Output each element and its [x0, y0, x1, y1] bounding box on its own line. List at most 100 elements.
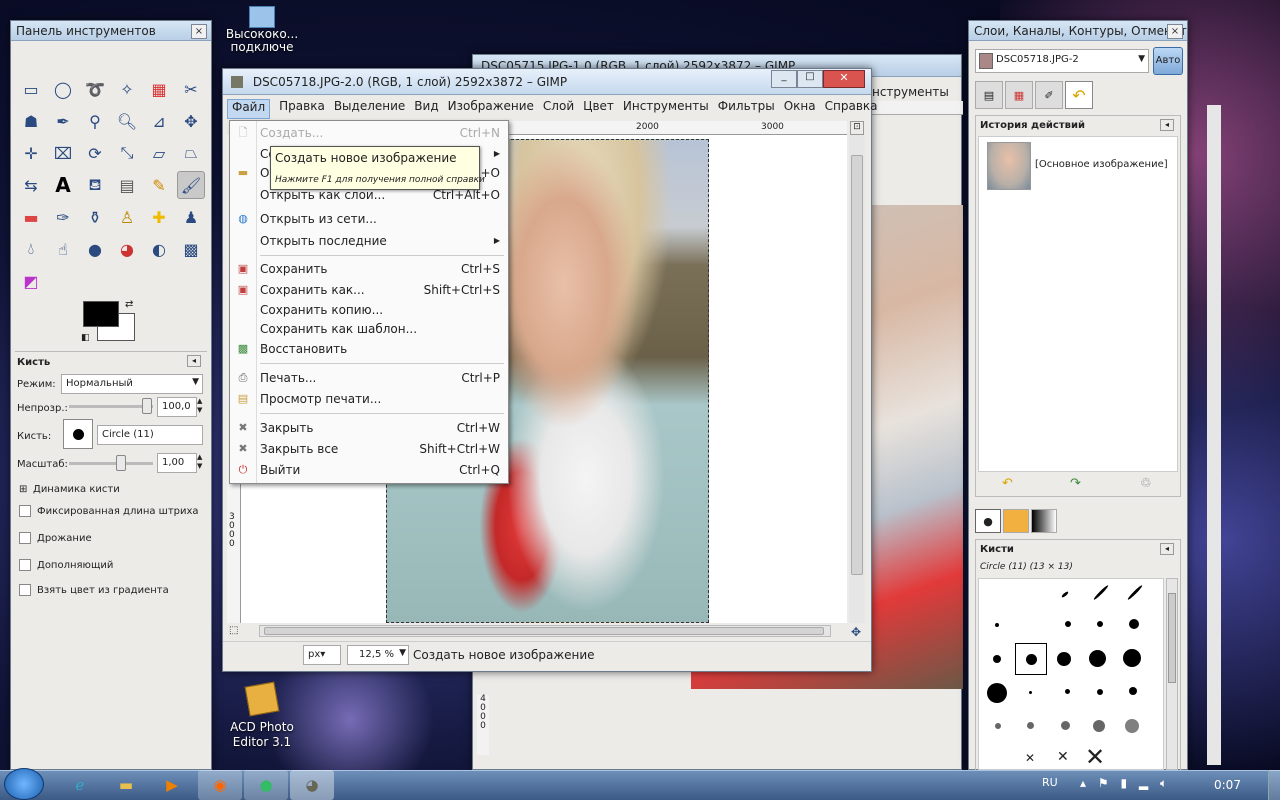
- layers-dock-window[interactable]: Слои, Каналы, Контуры, Отменит... × DSC0…: [968, 20, 1221, 771]
- auto-button[interactable]: Авто: [1153, 47, 1183, 75]
- show-desktop-button[interactable]: [1268, 770, 1280, 800]
- flip-icon[interactable]: ⇆: [17, 171, 45, 199]
- brush-cell[interactable]: ✕: [1085, 743, 1105, 769]
- brush-cell[interactable]: [1093, 720, 1105, 732]
- undo-tab-icon[interactable]: ↶: [1065, 81, 1093, 109]
- ink-icon[interactable]: ⚱: [81, 203, 109, 231]
- brush-cell[interactable]: [1097, 689, 1103, 695]
- menu-layer[interactable]: Слой: [543, 99, 574, 119]
- signal-icon[interactable]: ▂: [1139, 776, 1152, 790]
- blend-icon[interactable]: ▤: [113, 171, 141, 199]
- brush-cell-selected[interactable]: [1015, 643, 1047, 675]
- layers-tab-icon[interactable]: ▤: [975, 81, 1003, 109]
- scroll-thumb[interactable]: [1168, 593, 1176, 683]
- menu-item-revert[interactable]: ▩ Восстановить: [230, 339, 508, 359]
- default-colors-icon[interactable]: ◧: [81, 333, 90, 343]
- flag-icon[interactable]: ⚑: [1098, 776, 1113, 790]
- menu-windows[interactable]: Окна: [784, 99, 816, 119]
- menu-item-open-recent[interactable]: Открыть последние ▶: [230, 231, 508, 251]
- smudge-icon[interactable]: ☝: [49, 235, 77, 263]
- opacity-knob[interactable]: [142, 398, 152, 414]
- brush-cell[interactable]: [1029, 691, 1032, 694]
- brush-cell[interactable]: [1097, 621, 1103, 627]
- opacity-field[interactable]: 100,0: [157, 397, 197, 417]
- taskbar-firefox-icon[interactable]: ◉: [198, 770, 242, 800]
- menu-item-save[interactable]: ▣ Сохранить Ctrl+S: [230, 259, 508, 279]
- pencil-icon[interactable]: ✎: [145, 171, 173, 199]
- tray-expand-icon[interactable]: ▴: [1080, 776, 1090, 790]
- taskbar-explorer-icon[interactable]: ▬: [104, 770, 148, 800]
- bucket-fill-icon[interactable]: ⛾: [81, 171, 109, 199]
- paintbrush-icon[interactable]: 🖌︎: [177, 171, 205, 199]
- zoom-select[interactable]: 12,5 % ▼: [347, 645, 409, 665]
- scale-icon[interactable]: ⤡: [113, 139, 141, 167]
- color-swatches[interactable]: ⇄ ◧: [81, 299, 141, 345]
- move-icon[interactable]: ✥: [177, 107, 205, 135]
- volume-icon[interactable]: 🔈︎: [1160, 776, 1171, 790]
- taskbar-media-icon[interactable]: ▶: [150, 770, 194, 800]
- unit-select[interactable]: px▾: [303, 645, 341, 665]
- menu-item-quit[interactable]: ⏻ Выйти Ctrl+Q: [230, 460, 508, 480]
- checkbox-gradient[interactable]: [19, 584, 31, 596]
- brush-cell[interactable]: [1057, 652, 1071, 666]
- vertical-scrollbar[interactable]: [849, 135, 865, 623]
- mode-select[interactable]: Нормальный ▼: [61, 374, 203, 394]
- opacity-slider[interactable]: [69, 405, 153, 408]
- fuzzy-select-icon[interactable]: ✧: [113, 75, 141, 103]
- menu-select[interactable]: Выделение: [334, 99, 405, 119]
- measure-icon[interactable]: ⊿: [145, 107, 173, 135]
- menu-color[interactable]: Цвет: [583, 99, 614, 119]
- perspective-clone-icon[interactable]: ♟: [177, 203, 205, 231]
- menu-item-new[interactable]: 🗋 Создать... Ctrl+N: [230, 123, 508, 143]
- menu-item-save-template[interactable]: Сохранить как шаблон...: [230, 319, 508, 339]
- brush-cell[interactable]: ✕: [1057, 749, 1069, 765]
- collapse-icon[interactable]: ◂: [1160, 543, 1174, 555]
- paths-icon[interactable]: ✒: [49, 107, 77, 135]
- brush-grid[interactable]: ✕ ✕ ✕: [978, 578, 1164, 770]
- image-select[interactable]: DSC05718.JPG-2 ▼: [975, 49, 1149, 73]
- menu-item-print-preview[interactable]: ▤ Просмотр печати...: [230, 389, 508, 409]
- paths-tab-icon[interactable]: ✐: [1035, 81, 1063, 109]
- checkbox-incremental[interactable]: [19, 559, 31, 571]
- navigation-icon[interactable]: ✥: [851, 625, 861, 639]
- menu-help[interactable]: Справка: [825, 99, 878, 119]
- expand-icon[interactable]: ⊞: [19, 484, 27, 495]
- crop-icon[interactable]: ⌧: [49, 139, 77, 167]
- brush-cell[interactable]: ✕: [1025, 751, 1035, 765]
- close-icon[interactable]: ✕: [823, 70, 865, 88]
- dynamics-label[interactable]: Динамика кисти: [33, 484, 120, 495]
- network-tray-icon[interactable]: ▮: [1120, 776, 1131, 790]
- heal-icon[interactable]: ✚: [145, 203, 173, 231]
- cage-icon[interactable]: ◕: [113, 235, 141, 263]
- color-select-icon[interactable]: ▦: [145, 75, 173, 103]
- channels-tab-icon[interactable]: ▦: [1005, 81, 1033, 109]
- menu-edit[interactable]: Правка: [279, 99, 325, 119]
- scroll-thumb[interactable]: [264, 627, 824, 635]
- menu-item-save-as[interactable]: ▣ Сохранить как... Shift+Ctrl+S: [230, 280, 508, 300]
- clone-icon[interactable]: ♙: [113, 203, 141, 231]
- scroll-thumb[interactable]: [851, 155, 863, 575]
- brush-name-field[interactable]: Circle (11): [97, 425, 203, 445]
- filter-icon[interactable]: ▩: [177, 235, 205, 263]
- scale-knob[interactable]: [116, 455, 126, 471]
- brush-preview-button[interactable]: [63, 419, 93, 449]
- color-picker-icon[interactable]: ⚲: [81, 107, 109, 135]
- language-indicator[interactable]: RU: [1042, 776, 1058, 789]
- foreground-select-icon[interactable]: ☗: [17, 107, 45, 135]
- redo-icon[interactable]: ↷: [1070, 476, 1081, 491]
- gegl-icon[interactable]: ◩: [17, 267, 45, 295]
- rotate-icon[interactable]: ⟳: [81, 139, 109, 167]
- gradients-tab-icon[interactable]: [1031, 509, 1057, 533]
- menu-item-save-copy[interactable]: Сохранить копию...: [230, 300, 508, 320]
- brush-cell[interactable]: [995, 723, 1001, 729]
- menu-file[interactable]: Файл: [227, 99, 271, 119]
- dodge-burn-icon[interactable]: ●: [81, 235, 109, 263]
- menu-item-close[interactable]: ✖ Закрыть Ctrl+W: [230, 418, 508, 438]
- collapse-icon[interactable]: ◂: [1160, 119, 1174, 131]
- lasso-icon[interactable]: ➰: [81, 75, 109, 103]
- menu-image[interactable]: Изображение: [448, 99, 534, 119]
- menu-filters[interactable]: Фильтры: [718, 99, 775, 119]
- brushes-tab-icon[interactable]: ●: [975, 509, 1001, 533]
- menu-item-open-location[interactable]: ◍ Открыть из сети...: [230, 209, 508, 229]
- menu-item-print[interactable]: ⎙ Печать... Ctrl+P: [230, 368, 508, 388]
